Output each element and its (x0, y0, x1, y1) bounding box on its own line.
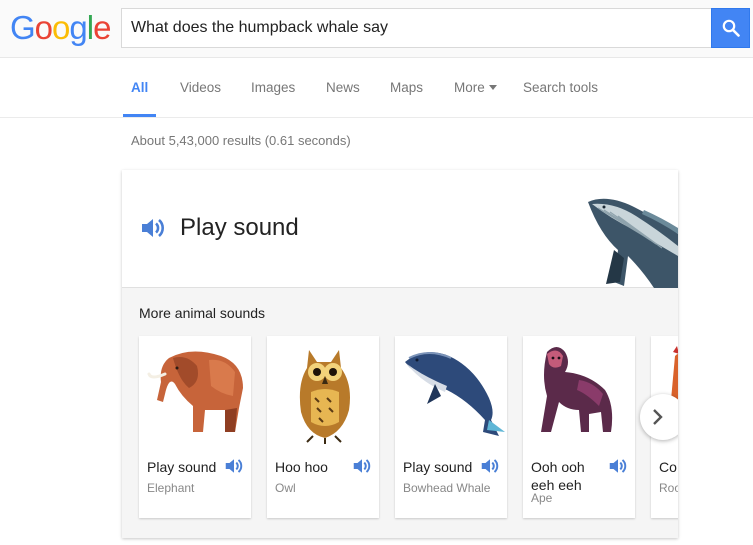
animal-sound-card: Play sound More animal sounds Play sound (122, 170, 678, 538)
chevron-right-icon (653, 409, 663, 425)
animal-name: Owl (275, 481, 296, 495)
more-animals-title: More animal sounds (139, 305, 266, 321)
logo-letter: G (10, 9, 36, 46)
tab-more-label: More (454, 80, 485, 95)
play-sound-button[interactable]: Play sound (140, 214, 299, 242)
animal-card-elephant[interactable]: Play sound Elephant (139, 336, 251, 518)
speaker-icon (142, 219, 164, 237)
animal-sound-label: Hoo hoo (275, 459, 328, 475)
chevron-down-icon (488, 85, 497, 90)
animal-name: Roo (659, 481, 678, 495)
tab-maps[interactable]: Maps (390, 80, 423, 95)
tab-more[interactable]: More (454, 80, 497, 95)
card-header: Play sound (122, 170, 678, 288)
animal-card-bowhead-whale[interactable]: Play sound Bowhead Whale (395, 336, 507, 518)
animal-name: Ape (531, 491, 553, 505)
play-sound-label: Play sound (180, 214, 299, 241)
humpback-whale-image (588, 198, 678, 288)
tab-news[interactable]: News (326, 80, 360, 95)
animal-sound-label: Play sound (147, 459, 217, 475)
header: Google (0, 0, 753, 58)
search-button[interactable] (711, 8, 750, 48)
logo-letter: o (52, 9, 70, 46)
tab-videos[interactable]: Videos (180, 80, 221, 95)
speaker-icon[interactable] (480, 457, 500, 475)
tab-all[interactable]: All (131, 80, 148, 95)
elephant-image (147, 351, 243, 432)
search-icon (722, 19, 740, 37)
results-stats: About 5,43,000 results (0.61 seconds) (131, 133, 351, 148)
search-input[interactable] (131, 9, 701, 47)
google-logo[interactable]: Google (10, 9, 111, 46)
logo-letter: g (69, 9, 87, 46)
speaker-icon[interactable] (608, 457, 628, 475)
animal-name: Elephant (147, 481, 195, 495)
animal-sound-label: Co doo (659, 459, 678, 475)
logo-letter: e (93, 9, 111, 46)
animal-card-ape[interactable]: Ooh ooh eeh eeh Ape (523, 336, 635, 518)
search-box (121, 8, 711, 48)
animal-card-owl[interactable]: Hoo hoo Owl (267, 336, 379, 518)
ape-image (541, 347, 613, 432)
tab-images[interactable]: Images (251, 80, 295, 95)
tab-search-tools[interactable]: Search tools (523, 80, 598, 95)
logo-letter: o (34, 9, 53, 46)
animal-sound-label: Play sound (403, 459, 473, 475)
speaker-icon[interactable] (224, 457, 244, 475)
active-tab-indicator (123, 114, 156, 117)
more-animals-section: More animal sounds Play sound Elephant H… (122, 288, 678, 538)
animal-sound-label: Ooh ooh eeh eeh (531, 459, 585, 493)
search-tabs: All Videos Images News Maps More Search … (0, 58, 753, 118)
bowhead-whale-image (405, 352, 505, 436)
owl-image (299, 350, 350, 444)
animal-name: Bowhead Whale (403, 481, 491, 495)
speaker-icon[interactable] (352, 457, 372, 475)
carousel-next-button[interactable] (640, 394, 678, 440)
